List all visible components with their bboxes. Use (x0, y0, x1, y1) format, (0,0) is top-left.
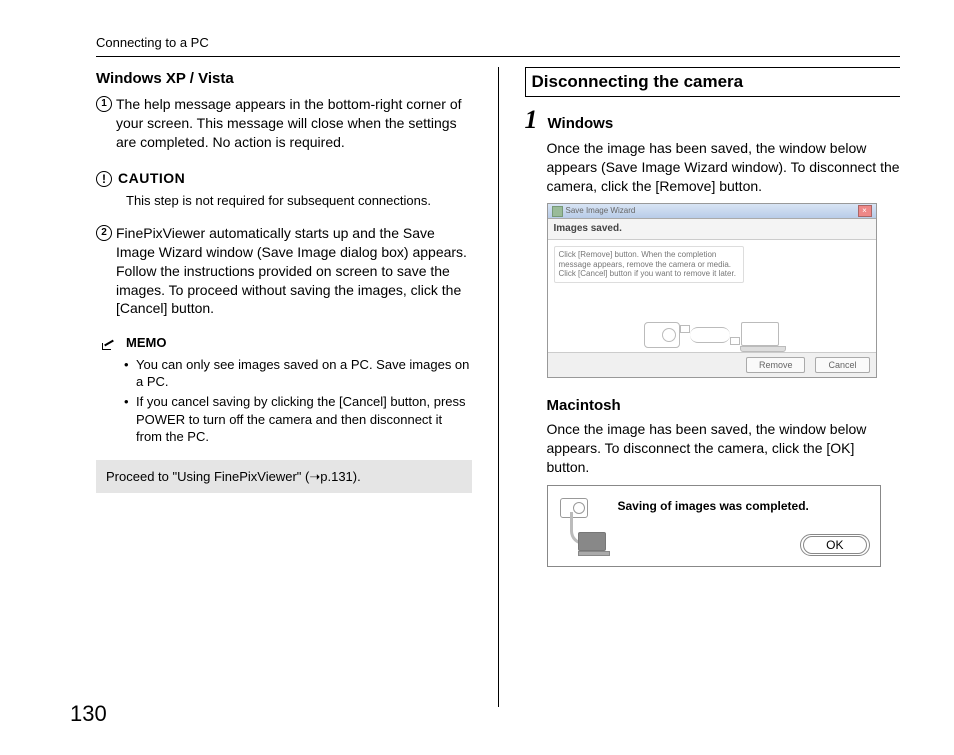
laptop-icon (578, 532, 606, 556)
page-header: Connecting to a PC (96, 34, 900, 57)
step-row: 1 Windows (525, 107, 901, 134)
step-2-text: FinePixViewer automatically starts up an… (116, 224, 472, 318)
app-icon (552, 206, 563, 217)
windows-body: Once the image has been saved, the windo… (547, 139, 901, 196)
save-image-wizard-window: Save Image Wizard × Images saved. Click … (547, 203, 877, 378)
mac-graphic-col (558, 496, 606, 556)
right-column: Disconnecting the camera 1 Windows Once … (499, 67, 901, 707)
mac-dialog-right: Saving of images was completed. OK (618, 496, 870, 556)
section-title: Disconnecting the camera (525, 67, 901, 98)
mac-dialog: Saving of images was completed. OK (547, 485, 881, 567)
proceed-box: Proceed to "Using FinePixViewer" (➝p.131… (96, 460, 472, 494)
laptop-icon (740, 322, 780, 348)
dialog-status: Images saved. (548, 219, 876, 240)
dialog-instructions: Click [Remove] button. When the completi… (554, 246, 744, 283)
remove-button[interactable]: Remove (746, 357, 806, 373)
dialog-titlebar: Save Image Wizard × (548, 204, 876, 219)
caution-heading-row: ! CAUTION (96, 169, 472, 188)
mac-message: Saving of images was completed. (618, 498, 870, 514)
circled-number-icon: 1 (96, 96, 112, 112)
circled-number-icon: 2 (96, 225, 112, 241)
step-1: 1 The help message appears in the bottom… (96, 95, 472, 152)
memo-item: You can only see images saved on a PC. S… (124, 356, 472, 391)
connection-graphic (548, 322, 876, 348)
cable-icon (690, 327, 730, 343)
caution-label: CAUTION (118, 169, 185, 188)
caution-icon: ! (96, 171, 112, 187)
windows-heading: Windows (548, 114, 614, 134)
memo-item: If you cancel saving by clicking the [Ca… (124, 393, 472, 446)
memo-pencil-icon (102, 336, 118, 350)
macintosh-body: Once the image has been saved, the windo… (547, 420, 901, 477)
memo-label: MEMO (126, 334, 166, 352)
dialog-title: Save Image Wizard (552, 206, 636, 217)
step-2: 2 FinePixViewer automatically starts up … (96, 224, 472, 318)
ok-button-outline: OK (800, 534, 869, 556)
step-1-text: The help message appears in the bottom-r… (116, 95, 472, 152)
dialog-body: Click [Remove] button. When the completi… (548, 240, 876, 352)
ok-button[interactable]: OK (803, 536, 866, 554)
camera-icon (644, 322, 680, 348)
mac-button-row: OK (618, 534, 870, 556)
memo-list: You can only see images saved on a PC. S… (124, 356, 472, 446)
manual-page: Connecting to a PC Windows XP / Vista 1 … (0, 0, 954, 755)
step-number: 1 (525, 107, 538, 133)
caution-text: This step is not required for subsequent… (126, 192, 472, 210)
dialog-footer: Remove Cancel (548, 352, 876, 377)
left-column: Windows XP / Vista 1 The help message ap… (96, 67, 499, 707)
os-heading: Windows XP / Vista (96, 69, 472, 89)
memo-heading-row: MEMO (102, 334, 472, 352)
two-column-layout: Windows XP / Vista 1 The help message ap… (96, 67, 900, 707)
transfer-icon (558, 496, 606, 556)
dialog-title-text: Save Image Wizard (566, 206, 636, 217)
page-number: 130 (70, 699, 107, 729)
macintosh-heading: Macintosh (547, 396, 901, 416)
cancel-button[interactable]: Cancel (815, 357, 869, 373)
close-icon[interactable]: × (858, 205, 872, 217)
